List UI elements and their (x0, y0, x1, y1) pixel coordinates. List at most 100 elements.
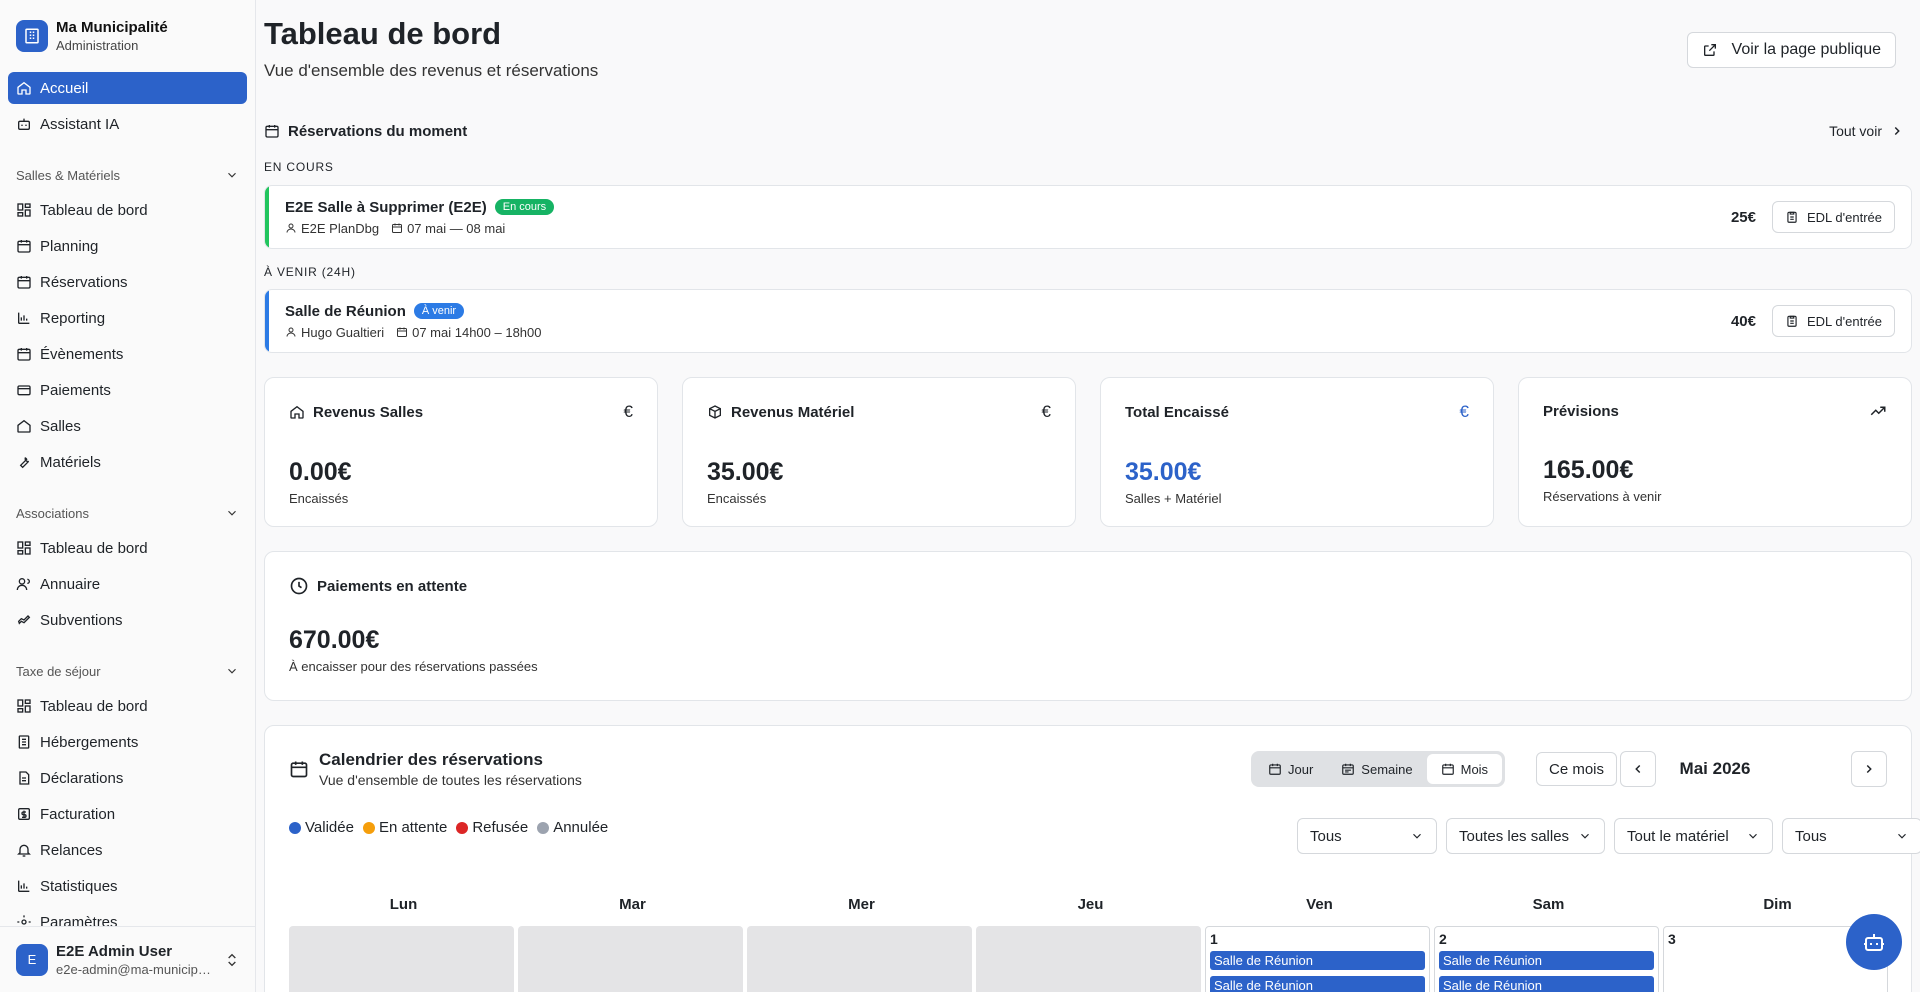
public-page-button[interactable]: Voir la page publique (1686, 32, 1896, 68)
sidebar-nav: Accueil Assistant IA Salles & Matériels Tab… (0, 72, 255, 938)
legend-dot (456, 821, 469, 834)
legend-label: Refusée (472, 819, 529, 836)
stat-card-room-revenue: Revenus Salles € 0.00€ Encaissés (264, 377, 658, 527)
sidebar-item-paiements[interactable]: Paiements (8, 374, 247, 406)
sidebar-item-label: Tableau de bord (40, 697, 148, 715)
sidebar-item-salles[interactable]: Salles (8, 410, 247, 442)
sidebar-group-associations[interactable]: Associations (8, 500, 247, 526)
filter-type-select[interactable]: Tous (1782, 818, 1920, 854)
stat-caption: Salles + Matériel (1125, 491, 1222, 506)
view-month-tab[interactable]: Mois (1426, 754, 1503, 784)
legend-label: Annulée (553, 819, 609, 836)
chevron-left-icon (1635, 764, 1641, 774)
calendar-cell[interactable]: 1 Salle de Réunion Salle de Réunion (1205, 926, 1430, 992)
view-switcher: Jour Semaine Mois (1251, 751, 1506, 787)
reservation-person: E2E PlanDbg (301, 220, 380, 236)
sidebar-item-evenements[interactable]: Évènements (8, 338, 247, 370)
sidebar-group-title: Salles & Matériels (16, 167, 121, 183)
sidebar-item-hebergements[interactable]: Hébergements (8, 726, 247, 758)
chevron-down-icon (228, 668, 236, 674)
filter-status-select[interactable]: Tous (1297, 818, 1437, 854)
calendar-event[interactable]: Salle de Réunion (1210, 976, 1425, 992)
brand[interactable]: Ma Municipalité Administration (0, 0, 255, 58)
stat-title: Prévisions (1543, 402, 1619, 420)
calendar-icon (392, 223, 403, 233)
user-icon (286, 223, 296, 233)
calendar-event[interactable]: Salle de Réunion (1210, 951, 1425, 970)
sidebar-item-tableau-de-bord[interactable]: Tableau de bord (8, 194, 247, 226)
bell-icon (17, 844, 31, 857)
stat-card-forecast: Prévisions 165.00€ Réservations à venir (1518, 377, 1912, 527)
edl-entry-button[interactable]: EDL d'entrée (1772, 201, 1895, 233)
sidebar-item-tableau-de-bord[interactable]: Tableau de bord (8, 690, 247, 722)
assistant-fab[interactable] (1846, 914, 1902, 970)
sidebar-item-relances[interactable]: Relances (8, 834, 247, 866)
legend-item-validee: Validée (289, 819, 354, 836)
calendar-subtitle: Vue d'ensemble de toutes les réservation… (319, 772, 582, 788)
reservation-dates: 07 mai 14h00 – 18h00 (412, 324, 542, 340)
calendar-icon (397, 327, 408, 337)
trending-up-icon (1870, 406, 1886, 416)
user-name: E2E Admin User (56, 942, 173, 960)
chart-icon (18, 312, 30, 324)
stat-caption: Réservations à venir (1543, 489, 1662, 504)
calendar-icon (265, 125, 279, 138)
reservation-person: Hugo Gualtieri (301, 324, 385, 340)
chevron-down-icon (1898, 833, 1906, 839)
weekday-sam: Sam (1532, 896, 1565, 913)
reservation-card-ongoing[interactable]: E2E Salle à Supprimer (E2E) En cours E2E… (264, 185, 1912, 249)
sidebar-item-reservations[interactable]: Réservations (8, 266, 247, 298)
sidebar-group-salles-materiels[interactable]: Salles & Matériels (8, 162, 247, 188)
calendar-icon (17, 240, 31, 253)
grid-icon (17, 541, 31, 555)
view-week-tab[interactable]: Semaine (1327, 754, 1426, 784)
sidebar-item-label: Accueil (40, 79, 89, 97)
sidebar-item-declarations[interactable]: Déclarations (8, 762, 247, 794)
chevron-down-icon (1413, 833, 1421, 839)
stat-title: Total Encaissé (1125, 403, 1229, 421)
grid-icon (17, 699, 31, 713)
status-badge: À venir (413, 303, 465, 319)
sidebar-item-accueil[interactable]: Accueil (8, 72, 247, 104)
sidebar-item-annuaire[interactable]: Annuaire (8, 568, 247, 600)
sidebar-item-tableau-de-bord[interactable]: Tableau de bord (8, 532, 247, 564)
reservation-card-upcoming[interactable]: Salle de Réunion À venir Hugo Gualtieri … (264, 289, 1912, 353)
reservation-dates: 07 mai — 08 mai (407, 220, 506, 236)
clipboard-icon (1787, 315, 1797, 327)
calendar-cell-empty (747, 926, 972, 992)
weekday-ven: Ven (1306, 896, 1333, 913)
weekday-lun: Lun (389, 896, 418, 913)
pending-caption: À encaisser pour des réservations passée… (289, 659, 538, 674)
sidebar-item-facturation[interactable]: Facturation (8, 798, 247, 830)
page-subtitle: Vue d'ensemble des revenus et réservatio… (264, 61, 599, 80)
edl-entry-button[interactable]: EDL d'entrée (1772, 305, 1895, 337)
current-reservations-title: Réservations du moment (288, 122, 468, 140)
weekday-mer: Mer (848, 896, 875, 913)
view-day-tab[interactable]: Jour (1254, 754, 1327, 784)
sidebar-item-materiels[interactable]: Matériels (8, 446, 247, 478)
euro-icon: € (1041, 402, 1051, 421)
user-menu[interactable]: E E2E Admin User e2e-admin@ma-municipali… (0, 926, 255, 992)
sidebar-item-label: Réservations (40, 273, 128, 291)
sidebar-group-taxe-de-sejour[interactable]: Taxe de séjour (8, 658, 247, 684)
next-month-button[interactable] (1851, 751, 1887, 787)
this-month-button[interactable]: Ce mois (1536, 752, 1618, 786)
bot-icon (18, 118, 30, 130)
sidebar-item-label: Reporting (40, 309, 106, 327)
sidebar-item-planning[interactable]: Planning (8, 230, 247, 262)
calendar-cell[interactable]: 2 Salle de Réunion Salle de Réunion (1434, 926, 1659, 992)
filter-equipment-select[interactable]: Tout le matériel (1614, 818, 1773, 854)
stat-caption: Encaissés (707, 491, 767, 506)
day-number: 1 (1210, 931, 1218, 947)
filter-room-select[interactable]: Toutes les salles (1446, 818, 1605, 854)
sidebar-item-assistant-ia[interactable]: Assistant IA (8, 108, 247, 140)
chevron-down-icon (228, 172, 236, 178)
stat-card-equipment-revenue: Revenus Matériel € 35.00€ Encaissés (682, 377, 1076, 527)
sidebar-item-reporting[interactable]: Reporting (8, 302, 247, 334)
see-all-link[interactable]: Tout voir (1829, 123, 1904, 139)
reservation-price: 40€ (1730, 312, 1756, 330)
calendar-event[interactable]: Salle de Réunion (1439, 976, 1654, 992)
sidebar-item-subventions[interactable]: Subventions (8, 604, 247, 636)
calendar-event[interactable]: Salle de Réunion (1439, 951, 1654, 970)
sidebar-item-statistiques[interactable]: Statistiques (8, 870, 247, 902)
